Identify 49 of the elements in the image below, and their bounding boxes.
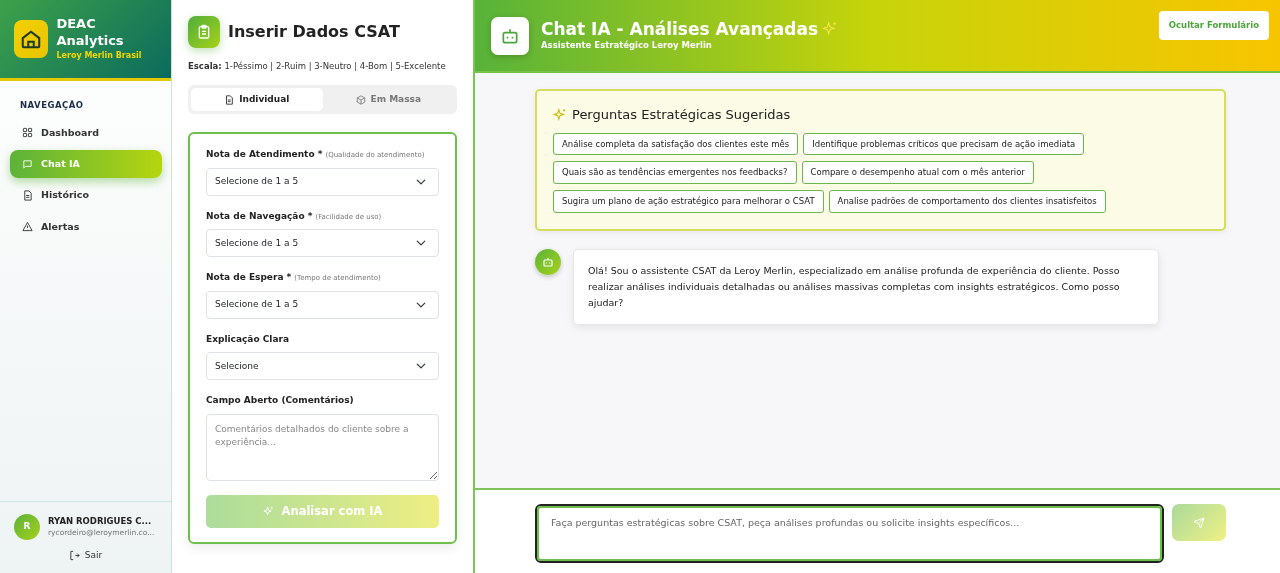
brand-title: DEAC Analytics bbox=[56, 16, 125, 50]
select-field[interactable]: Selecione de 1 a 5 bbox=[206, 290, 439, 319]
tab[interactable]: Individual bbox=[191, 87, 323, 112]
select-field[interactable]: Selecione de 1 a 5 bbox=[206, 229, 439, 258]
home-icon bbox=[14, 20, 49, 58]
chat-icon bbox=[22, 158, 33, 170]
robot-icon bbox=[491, 16, 529, 55]
clipboard-icon bbox=[188, 16, 220, 48]
field-label: Nota de Espera * bbox=[206, 272, 292, 283]
select-field[interactable]: Selecione bbox=[206, 352, 439, 381]
send-icon bbox=[1193, 516, 1205, 529]
nav-heading: NAVEGAÇÃO bbox=[19, 99, 85, 112]
chat-title: Chat IA - Análises Avançadas bbox=[541, 18, 819, 40]
nav-item[interactable]: Histórico bbox=[10, 181, 162, 210]
field-label: Nota de Atendimento * bbox=[206, 149, 323, 160]
nav-item[interactable]: Alertas bbox=[10, 212, 162, 241]
comment-field[interactable]: Comentários detalhados do cliente sobre a experiência... bbox=[206, 413, 439, 481]
warning-icon bbox=[22, 221, 33, 233]
field-label: Nota de Navegação * bbox=[206, 210, 313, 221]
robot-avatar-icon bbox=[535, 248, 561, 275]
scale-legend: Escala: 1-Péssimo | 2-Ruim | 3-Neutro | 4-Bom | 5-Excelente bbox=[188, 60, 457, 73]
document-icon bbox=[224, 94, 235, 105]
suggestion-chip[interactable]: Analise padrões de comportamento dos clientes insatisfeitos bbox=[828, 190, 1106, 213]
form-title: Inserir Dados CSAT bbox=[228, 22, 400, 42]
suggestions-title: Perguntas Estratégicas Sugeridas bbox=[572, 106, 791, 124]
nav-item[interactable]: Dashboard bbox=[10, 118, 162, 147]
user-name: RYAN RODRIGUES C... bbox=[48, 514, 153, 528]
suggestion-chip[interactable]: Identifique problemas críticos que precisam de ação imediata bbox=[803, 132, 1085, 156]
message-bubble: Olá! Sou o assistente CSAT da Leroy Merlin, especializado em análise profunda de experiência do cliente. Posso realizar análises individuais detalhadas ou análises massivas completas com insights estratégicos. Como posso ajudar? bbox=[573, 248, 1159, 326]
logout-button[interactable]: Sair bbox=[62, 547, 109, 563]
suggestion-chip[interactable]: Análise completa da satisfação dos clientes este mês bbox=[553, 132, 799, 156]
box-icon bbox=[355, 94, 366, 105]
sparkle-icon bbox=[262, 505, 274, 517]
tab[interactable]: Em Massa bbox=[322, 87, 454, 112]
select-field[interactable]: Selecione de 1 a 5 bbox=[206, 167, 439, 196]
sparkle-icon bbox=[822, 21, 839, 38]
suggestion-chip[interactable]: Quais são as tendências emergentes nos feedbacks? bbox=[553, 161, 797, 184]
chat-input[interactable]: Faça perguntas estratégicas sobre CSAT, peça análises profundas ou solicite insights específicos... bbox=[535, 504, 1164, 563]
document-icon bbox=[22, 189, 33, 201]
suggestion-chip[interactable]: Sugira um plano de ação estratégico para melhorar o CSAT bbox=[553, 190, 824, 213]
sparkle-icon bbox=[553, 107, 567, 122]
logout-icon bbox=[68, 549, 80, 561]
suggestion-chip[interactable]: Compare o desempenho atual com o mês anterior bbox=[801, 161, 1034, 184]
field-label: Campo Aberto (Comentários) bbox=[206, 395, 354, 406]
grid-icon bbox=[22, 127, 33, 139]
chat-subtitle: Assistente Estratégico Leroy Merlin bbox=[541, 39, 713, 53]
brand-subtitle: Leroy Merlin Brasil bbox=[56, 49, 143, 62]
user-avatar: R bbox=[14, 513, 40, 540]
field-label: Explicação Clara bbox=[206, 333, 289, 344]
